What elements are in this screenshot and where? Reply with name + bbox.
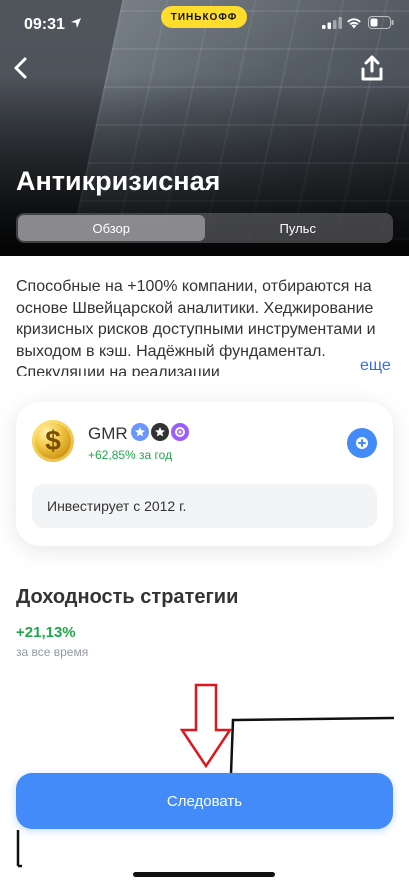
star-badge-icon <box>131 423 149 441</box>
returns-title: Доходность стратегии <box>16 586 239 608</box>
strategy-title: Антикризисная <box>16 166 221 196</box>
tab-overview[interactable]: Обзор <box>18 215 205 241</box>
author-badges <box>131 423 189 441</box>
description-fade <box>296 356 360 378</box>
author-yearly-yield: +62,85% за год <box>88 448 173 462</box>
status-bar: 09:31 ТИНЬКОФФ <box>0 0 409 46</box>
back-chevron-icon[interactable] <box>10 56 34 80</box>
author-name[interactable]: GMR <box>88 424 128 444</box>
show-more-link[interactable]: еще <box>360 357 391 375</box>
follow-strategy-button[interactable]: Следовать <box>16 773 393 829</box>
bank-badge: ТИНЬКОФФ <box>161 6 247 28</box>
wifi-icon <box>347 18 361 29</box>
home-indicator <box>133 872 275 877</box>
star-badge-dark-icon <box>151 423 169 441</box>
premium-badge-icon <box>171 423 189 441</box>
battery-icon <box>368 16 394 29</box>
status-time: 09:31 <box>24 16 65 33</box>
gold-dollar-coin-icon: $ <box>32 420 74 462</box>
strategy-header: 09:31 ТИНЬКОФФ Антикризисная Обзор Пульс <box>0 0 409 256</box>
down-arrow-annotation-icon <box>179 683 233 769</box>
cellular-signal-icon <box>322 17 342 29</box>
location-arrow-icon <box>71 18 81 28</box>
returns-caption: за все время <box>16 645 89 659</box>
investing-since: Инвестирует с 2012 г. <box>32 484 377 528</box>
tab-pulse[interactable]: Пульс <box>205 215 392 241</box>
returns-value: +21,13% <box>16 624 76 641</box>
plus-icon <box>356 437 368 449</box>
author-card[interactable]: $ GMR +62,85% за год Инвестирует с 2012 … <box>16 402 393 546</box>
tab-switcher: Обзор Пульс <box>16 213 393 243</box>
share-icon[interactable] <box>360 54 384 82</box>
subscribe-author-button[interactable] <box>347 428 377 458</box>
